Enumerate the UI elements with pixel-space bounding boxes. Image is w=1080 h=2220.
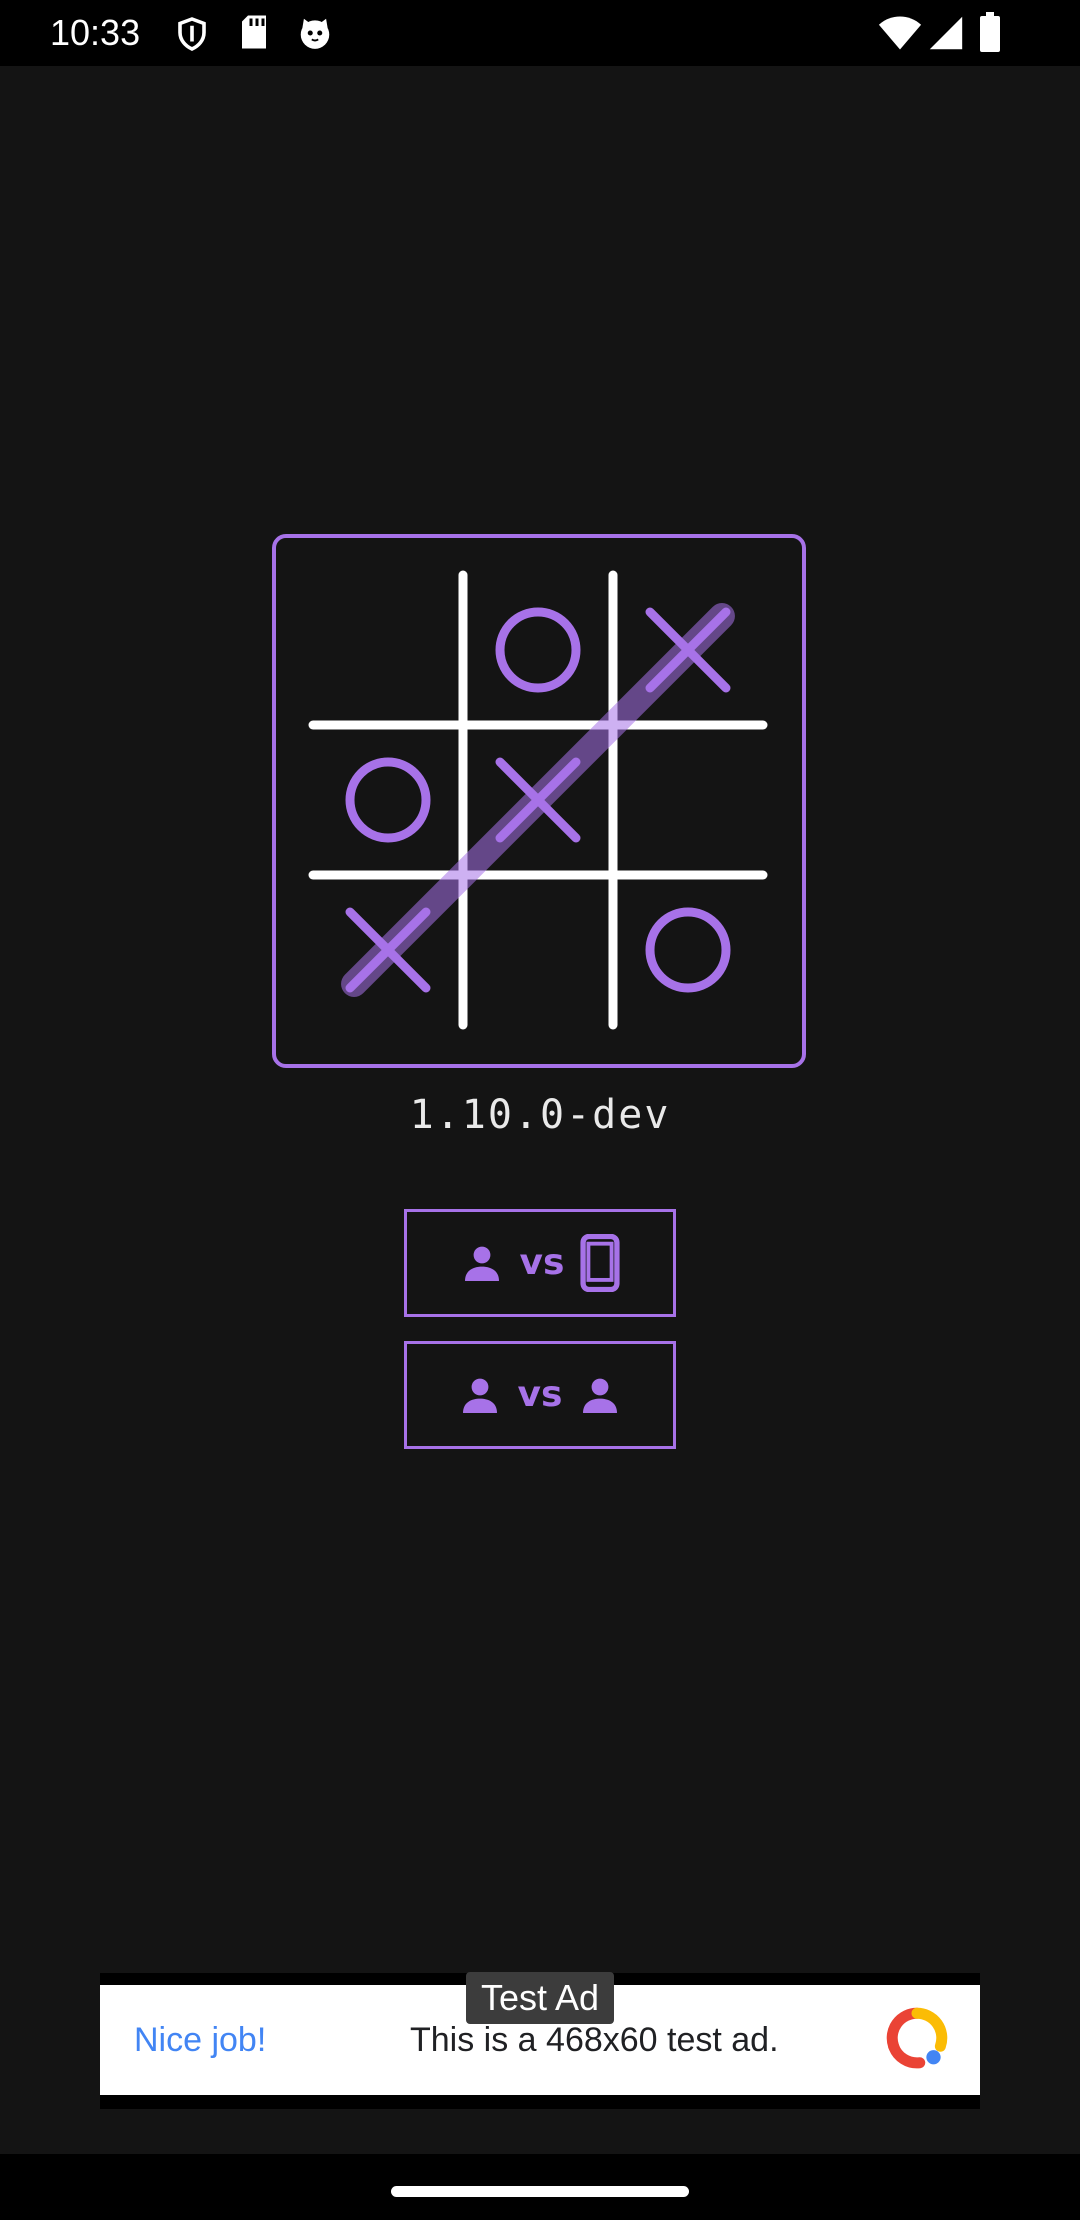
navigation-bar [0, 2154, 1080, 2220]
sd-card-icon [242, 15, 266, 49]
test-ad-tag: Test Ad [466, 1972, 614, 2024]
cell-signal-icon [929, 16, 963, 50]
battery-icon [980, 12, 1000, 52]
o-mark [345, 757, 431, 843]
x-mark [495, 757, 581, 843]
app-logo [272, 534, 806, 1068]
vs-label: vs [519, 1242, 565, 1283]
version-label: 1.10.0-dev [409, 1092, 671, 1138]
phone-icon [580, 1234, 621, 1292]
ad-headline[interactable]: Nice job! [134, 2015, 266, 2065]
tic-tac-toe-logo-board [308, 570, 768, 1030]
ad-network-logo-icon[interactable] [884, 2005, 950, 2071]
vs-label: vs [517, 1374, 563, 1415]
person-icon [462, 1378, 497, 1413]
player-vs-player-button[interactable]: vs [404, 1341, 676, 1449]
status-bar: 10:33 [0, 0, 1080, 66]
status-time: 10:33 [50, 12, 141, 53]
x-mark [345, 907, 431, 993]
cat-face-icon [300, 18, 330, 49]
x-mark [645, 607, 731, 693]
person-icon [583, 1378, 618, 1413]
shield-icon [178, 17, 206, 51]
home-gesture-handle[interactable] [391, 2186, 689, 2197]
player-vs-phone-button[interactable]: vs [404, 1209, 676, 1317]
wifi-icon [878, 16, 922, 50]
o-mark [495, 607, 581, 693]
person-icon [464, 1246, 499, 1281]
o-mark [645, 907, 731, 993]
